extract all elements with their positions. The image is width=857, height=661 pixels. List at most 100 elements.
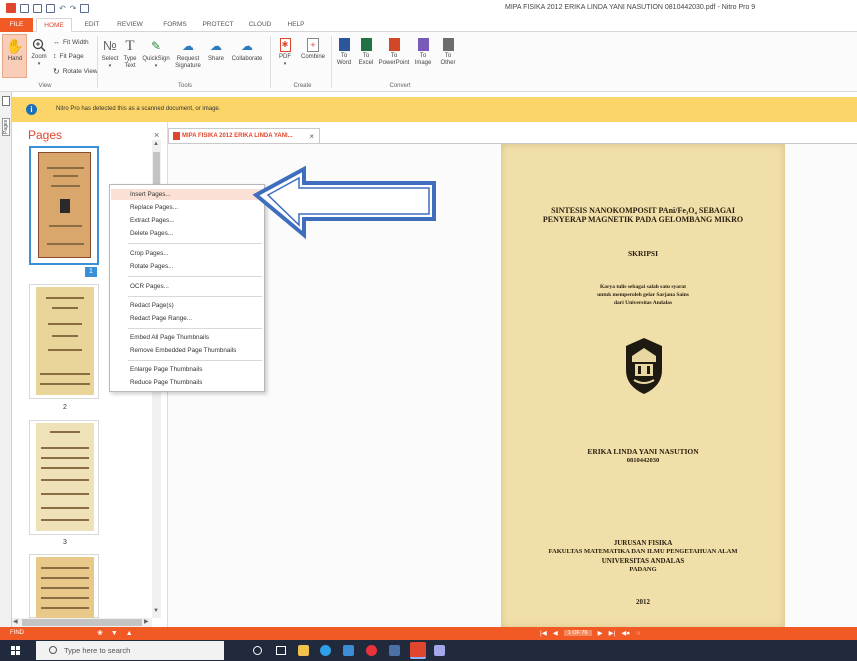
previous-view-icon[interactable]: ◀●	[621, 629, 630, 637]
pdf-button[interactable]: ✱ PDF ▾	[275, 38, 295, 68]
to-powerpoint-button[interactable]: To PowerPoint	[376, 38, 412, 67]
undo-icon[interactable]: ↶	[59, 4, 66, 13]
menu-item-redact-page-range[interactable]: Redact Page Range...	[111, 313, 264, 324]
first-page-icon[interactable]: |◀	[540, 629, 547, 637]
menu-item-remove-embedded-thumbnails[interactable]: Remove Embedded Page Thumbnails	[111, 345, 264, 356]
redo-icon[interactable]: ↷	[70, 4, 77, 13]
find-previous-icon[interactable]: ▲	[126, 630, 136, 637]
nitro-pro-taskbar-icon[interactable]	[410, 642, 426, 659]
tab-help[interactable]: HELP	[282, 18, 310, 32]
page-indicator[interactable]: 1 OF 76	[563, 630, 592, 636]
last-page-icon[interactable]: ▶|	[609, 629, 616, 637]
thumbnail-logo	[60, 199, 70, 213]
menu-item-delete-pages[interactable]: Delete Pages...	[111, 228, 264, 239]
request-signature-button[interactable]: ☁ Request Signature	[172, 38, 204, 70]
quicksign-button[interactable]: ✎ QuickSign ▾	[141, 38, 171, 70]
request-signature-label-1: Request	[176, 56, 200, 62]
scroll-down-icon[interactable]: ▼	[153, 608, 159, 614]
menu-item-redact-pages[interactable]: Redact Page(s)	[111, 300, 264, 311]
task-view-icon[interactable]	[276, 646, 286, 655]
fit-width-button[interactable]: ↔ Fit Width	[53, 39, 89, 46]
find-controls: ❀ ▼ ▲	[97, 629, 136, 637]
fit-page-button[interactable]: ↕ Fit Page	[53, 53, 84, 60]
page-thumbnail-2[interactable]	[29, 284, 99, 399]
thumbnail-number-1: 1	[85, 267, 97, 277]
pages-horizontal-scrollbar[interactable]: ◀ ▶	[12, 618, 152, 627]
menu-item-replace-pages[interactable]: Replace Pages...	[111, 202, 264, 213]
thumbnail-text-line	[46, 297, 84, 299]
to-word-button[interactable]: To Word	[334, 38, 354, 67]
windows-start-icon[interactable]	[11, 646, 20, 655]
menu-separator	[128, 243, 262, 244]
tab-review[interactable]: REVIEW	[112, 18, 148, 32]
to-other-button[interactable]: To Other	[435, 38, 461, 67]
find-label[interactable]: FIND	[10, 630, 24, 636]
tab-protect[interactable]: PROTECT	[197, 18, 239, 32]
next-page-icon[interactable]: ▶	[598, 629, 603, 637]
scroll-up-icon[interactable]: ▲	[153, 141, 159, 147]
panel-menu-icon[interactable]	[2, 96, 10, 106]
to-excel-label-1: To	[362, 53, 370, 59]
next-view-icon[interactable]: ○	[636, 630, 640, 637]
type-text-label-1: Type	[123, 56, 137, 62]
taskbar-search-box[interactable]: Type here to search	[36, 641, 224, 660]
opera-icon[interactable]	[366, 645, 377, 656]
pages-side-tab[interactable]: Pages	[2, 118, 10, 136]
customize-toolbar-icon[interactable]	[80, 3, 90, 13]
document-tab-close-icon[interactable]: ×	[309, 132, 314, 141]
tab-file[interactable]: FILE	[0, 18, 33, 32]
open-icon[interactable]	[20, 3, 29, 13]
extra-app-icon[interactable]	[434, 645, 445, 656]
request-signature-icon: ☁	[182, 39, 194, 53]
menu-item-ocr-pages[interactable]: OCR Pages...	[111, 281, 264, 292]
ribbon-tabs: FILE HOME EDIT REVIEW FORMS PROTECT CLOU…	[0, 18, 857, 32]
tab-edit[interactable]: EDIT	[78, 18, 106, 32]
to-excel-button[interactable]: To Excel	[356, 38, 376, 67]
type-text-button[interactable]: T Type Text	[121, 38, 139, 70]
find-next-icon[interactable]: ▼	[111, 630, 121, 637]
combine-button[interactable]: + Combine	[298, 38, 328, 61]
find-options-icon[interactable]: ❀	[97, 630, 106, 637]
previous-page-icon[interactable]: ◀	[553, 629, 558, 637]
page-thumbnail-1[interactable]	[29, 146, 99, 265]
thumbnail-page-image	[36, 423, 94, 531]
file-explorer-icon[interactable]	[298, 645, 309, 656]
zoom-button[interactable]: Zoom ▾	[28, 38, 50, 68]
menu-item-embed-all-thumbnails[interactable]: Embed All Page Thumbnails	[111, 332, 264, 343]
share-button[interactable]: ☁ Share	[205, 38, 227, 63]
hand-button-content[interactable]: ✋ Hand	[3, 38, 27, 63]
app-icon[interactable]	[389, 645, 400, 656]
rotate-view-button[interactable]: ↻ Rotate View	[53, 67, 98, 76]
scroll-right-icon[interactable]: ▶	[144, 618, 149, 625]
find-status-bar: FIND ❀ ▼ ▲ |◀ ◀ 1 OF 76 ▶ ▶| ◀● ○	[0, 627, 857, 640]
tab-forms[interactable]: FORMS	[158, 18, 192, 32]
group-separator	[331, 36, 332, 88]
menu-item-insert-pages[interactable]: Insert Pages...	[111, 189, 264, 200]
select-button[interactable]: № Select ▾	[100, 38, 120, 70]
window-title: MIPA FISIKA 2012 ERIKA LINDA YANI NASUTI…	[505, 4, 756, 11]
page-thumbnail-4[interactable]	[29, 554, 99, 619]
cortana-icon[interactable]	[253, 646, 262, 655]
to-image-button[interactable]: To Image	[412, 38, 434, 67]
scrollbar-thumb[interactable]	[22, 619, 142, 626]
menu-item-reduce-thumbnails[interactable]: Reduce Page Thumbnails	[111, 377, 264, 388]
excel-icon	[360, 38, 372, 51]
menu-item-enlarge-thumbnails[interactable]: Enlarge Page Thumbnails	[111, 364, 264, 375]
tab-home[interactable]: HOME	[36, 18, 72, 32]
collaborate-label: Collaborate	[231, 56, 263, 62]
menu-item-extract-pages[interactable]: Extract Pages...	[111, 215, 264, 226]
print-icon[interactable]	[46, 3, 55, 13]
collaborate-button[interactable]: ☁ Collaborate	[228, 38, 266, 63]
page-thumbnail-3[interactable]	[29, 420, 99, 535]
scroll-left-icon[interactable]: ◀	[13, 618, 18, 625]
save-icon[interactable]	[33, 3, 42, 13]
menu-item-crop-pages[interactable]: Crop Pages...	[111, 248, 264, 259]
menu-item-rotate-pages[interactable]: Rotate Pages...	[111, 261, 264, 272]
fit-width-icon: ↔	[53, 39, 60, 46]
document-tab[interactable]: MIPA FISIKA 2012 ERIKA LINDA YANI... ×	[168, 128, 320, 143]
thumbnail-text-line	[40, 373, 90, 375]
tab-cloud[interactable]: CLOUD	[243, 18, 277, 32]
pages-panel-close-button[interactable]: ×	[154, 130, 159, 140]
edge-icon[interactable]	[320, 645, 331, 656]
store-icon[interactable]	[343, 645, 354, 656]
